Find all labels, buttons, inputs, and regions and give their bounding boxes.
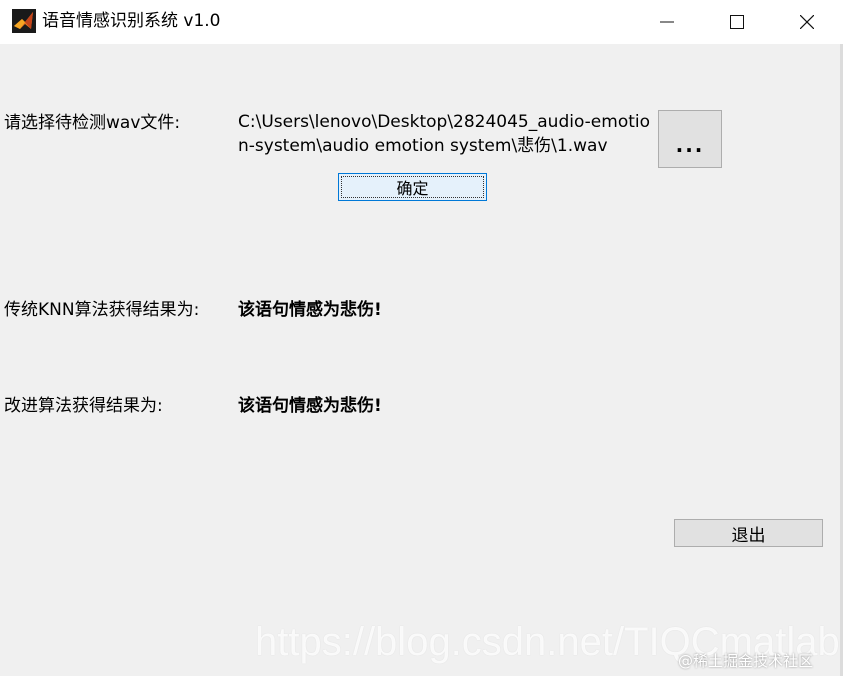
select-file-label: 请选择待检测wav文件: xyxy=(4,113,181,133)
minimize-button[interactable] xyxy=(636,0,698,44)
minimize-icon xyxy=(660,21,674,23)
close-icon xyxy=(800,15,814,29)
improved-result-label: 改进算法获得结果为: xyxy=(4,396,163,416)
confirm-button-label: 确定 xyxy=(396,179,429,198)
window-title: 语音情感识别系统 v1.0 xyxy=(42,11,221,31)
browse-button[interactable]: ... xyxy=(658,110,722,168)
confirm-button[interactable]: 确定 xyxy=(338,173,487,201)
knn-result-text: 该语句情感为悲伤! xyxy=(238,300,382,320)
close-button[interactable] xyxy=(776,0,838,44)
exit-button[interactable]: 退出 xyxy=(674,519,823,547)
maximize-button[interactable] xyxy=(706,0,768,44)
improved-result-text: 该语句情感为悲伤! xyxy=(238,396,382,416)
title-bar: 语音情感识别系统 v1.0 xyxy=(0,0,843,44)
maximize-icon xyxy=(730,15,744,29)
matlab-icon xyxy=(12,9,36,33)
juejin-credit: @稀土掘金技术社区 xyxy=(678,652,814,670)
file-path-text: C:\Users\lenovo\Desktop\2824045_audio-em… xyxy=(238,112,651,156)
knn-result-label: 传统KNN算法获得结果为: xyxy=(4,300,200,320)
